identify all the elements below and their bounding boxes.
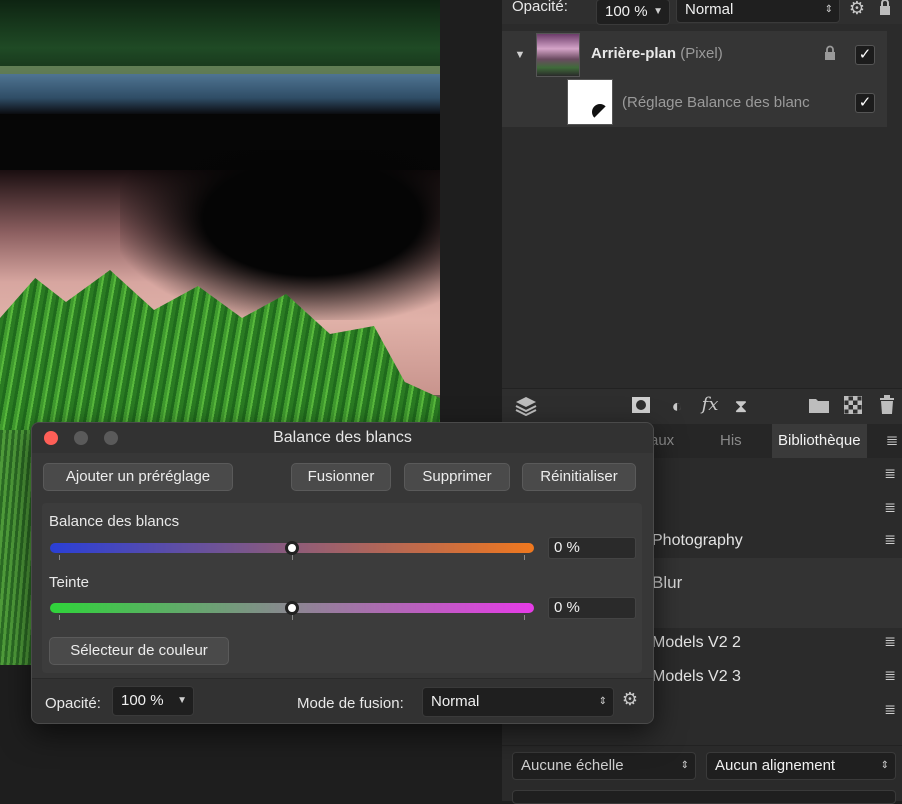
close-window-icon[interactable] <box>44 431 58 445</box>
gear-icon[interactable]: ⚙ <box>619 689 641 709</box>
layers-opacity-row: Opacité: 100 % ▼ Normal ⇕ ⚙ <box>502 0 902 25</box>
reset-button[interactable]: Réinitialiser <box>522 463 636 491</box>
zoom-window-icon[interactable] <box>104 431 118 445</box>
chevron-down-icon: ▼ <box>177 695 187 706</box>
minimize-window-icon[interactable] <box>74 431 88 445</box>
stepper-icon: ⇕ <box>824 4 833 15</box>
white-balance-dialog: Balance des blancs Ajouter un préréglage… <box>31 422 654 724</box>
expand-triangle-icon[interactable]: ▼ <box>510 45 530 65</box>
row-menu-icon[interactable]: ≣ <box>884 531 896 548</box>
slider-tick <box>292 615 293 620</box>
layer-type: (Pixel) <box>680 45 723 62</box>
layers-stack-icon[interactable] <box>514 396 538 420</box>
stepper-icon: ⇕ <box>680 760 689 771</box>
color-picker-button[interactable]: Sélecteur de couleur <box>49 637 229 665</box>
live-filter-hourglass-icon[interactable]: ⧗ <box>731 396 751 416</box>
slider-tick <box>59 555 60 560</box>
blend-mode-label: Mode de fusion: <box>297 695 404 712</box>
row-menu-icon[interactable]: ≣ <box>884 499 896 516</box>
alignment-select[interactable]: Aucun alignement ⇕ <box>706 752 896 780</box>
layers-panel: Opacité: 100 % ▼ Normal ⇕ ⚙ ▼ Arrière-pl… <box>502 0 902 388</box>
layers-blend-mode-select[interactable]: Normal ⇕ <box>676 0 840 23</box>
library-item-label: Models V2 2 <box>652 634 741 651</box>
layer-name: Arrière-plan <box>591 45 677 62</box>
dialog-opacity-value: 100 % <box>121 692 164 709</box>
lock-icon[interactable] <box>876 0 894 20</box>
slider-tick <box>524 555 525 560</box>
layer-row-adjustment[interactable]: (Réglage Balance des blanc ✓ <box>502 79 887 127</box>
adjustment-visibility-checkbox[interactable]: ✓ <box>855 93 875 113</box>
white-balance-label: Balance des blancs <box>49 513 180 530</box>
tab-history[interactable]: His <box>720 424 742 458</box>
photo-tree-reflection <box>120 150 440 320</box>
folder-icon[interactable] <box>807 396 831 418</box>
adjustment-panel: Balance des blancs 0 % Teinte 0 % Sélect… <box>42 503 642 673</box>
photo-shore <box>0 66 440 74</box>
photo-water <box>0 74 440 114</box>
delete-button[interactable]: Supprimer <box>404 463 510 491</box>
library-item-label: Models V2 3 <box>652 668 741 685</box>
add-preset-button[interactable]: Ajouter un préréglage <box>43 463 233 491</box>
tab-menu-icon[interactable]: ≣ <box>882 431 902 451</box>
layers-blend-mode-value: Normal <box>685 1 734 18</box>
checkerboard-icon[interactable] <box>843 395 863 418</box>
dialog-titlebar[interactable]: Balance des blancs <box>32 423 653 453</box>
mask-icon[interactable] <box>630 396 652 418</box>
tint-slider-knob[interactable] <box>285 601 299 615</box>
gear-icon[interactable]: ⚙ <box>846 0 868 18</box>
search-input[interactable] <box>512 790 896 804</box>
slider-tick <box>524 615 525 620</box>
white-balance-slider-knob[interactable] <box>285 541 299 555</box>
fx-icon[interactable]: fx <box>698 395 722 415</box>
layer-thumbnail <box>536 33 580 77</box>
layers-opacity-dropdown[interactable]: 100 % ▼ <box>596 0 670 25</box>
stepper-icon: ⇕ <box>598 696 607 707</box>
row-menu-icon[interactable]: ≣ <box>884 667 896 684</box>
dialog-title: Balance des blancs <box>273 429 412 446</box>
layers-toolbar: ◐ fx ⧗ <box>502 388 902 425</box>
trash-icon[interactable] <box>877 395 897 419</box>
white-balance-value-field[interactable]: 0 % <box>548 537 636 559</box>
chevron-down-icon: ▼ <box>653 6 663 17</box>
blend-mode-select[interactable]: Normal ⇕ <box>422 687 614 717</box>
alignment-value: Aucun alignement <box>715 757 836 774</box>
scale-value: Aucune échelle <box>521 757 624 774</box>
row-menu-icon[interactable]: ≣ <box>884 701 896 718</box>
bottom-bar: Aucune échelle ⇕ Aucun alignement ⇕ <box>502 745 902 804</box>
scale-select[interactable]: Aucune échelle ⇕ <box>512 752 696 780</box>
dialog-opacity-dropdown[interactable]: 100 % ▼ <box>112 686 194 716</box>
slider-tick <box>59 615 60 620</box>
layers-opacity-value: 100 % <box>605 3 648 20</box>
blend-mode-value: Normal <box>431 693 480 710</box>
adjustment-layer-name: (Réglage Balance des blanc <box>622 94 810 111</box>
dialog-footer: Opacité: 100 % ▼ Mode de fusion: Normal … <box>32 678 653 723</box>
library-item-label: Photography <box>652 532 743 549</box>
row-menu-icon[interactable]: ≣ <box>884 465 896 482</box>
library-item-label: Blur <box>652 573 683 592</box>
adjustment-half-circle-icon[interactable]: ◐ <box>666 396 688 416</box>
dialog-opacity-label: Opacité: <box>45 695 101 712</box>
tint-label: Teinte <box>49 574 90 591</box>
adjustment-thumbnail <box>567 79 613 125</box>
layer-row-background[interactable]: ▼ Arrière-plan (Pixel) ✓ <box>502 31 887 79</box>
adjustment-icon <box>592 104 609 121</box>
slider-tick <box>292 555 293 560</box>
tint-value-field[interactable]: 0 % <box>548 597 636 619</box>
row-menu-icon[interactable]: ≣ <box>884 633 896 650</box>
layer-visibility-checkbox[interactable]: ✓ <box>855 45 875 65</box>
stepper-icon: ⇕ <box>880 760 889 771</box>
layer-label-group: Arrière-plan (Pixel) <box>591 45 723 62</box>
layers-opacity-label: Opacité: <box>512 0 568 15</box>
tab-library[interactable]: Bibliothèque <box>772 424 867 458</box>
merge-button[interactable]: Fusionner <box>291 463 391 491</box>
lock-icon[interactable] <box>822 45 838 65</box>
